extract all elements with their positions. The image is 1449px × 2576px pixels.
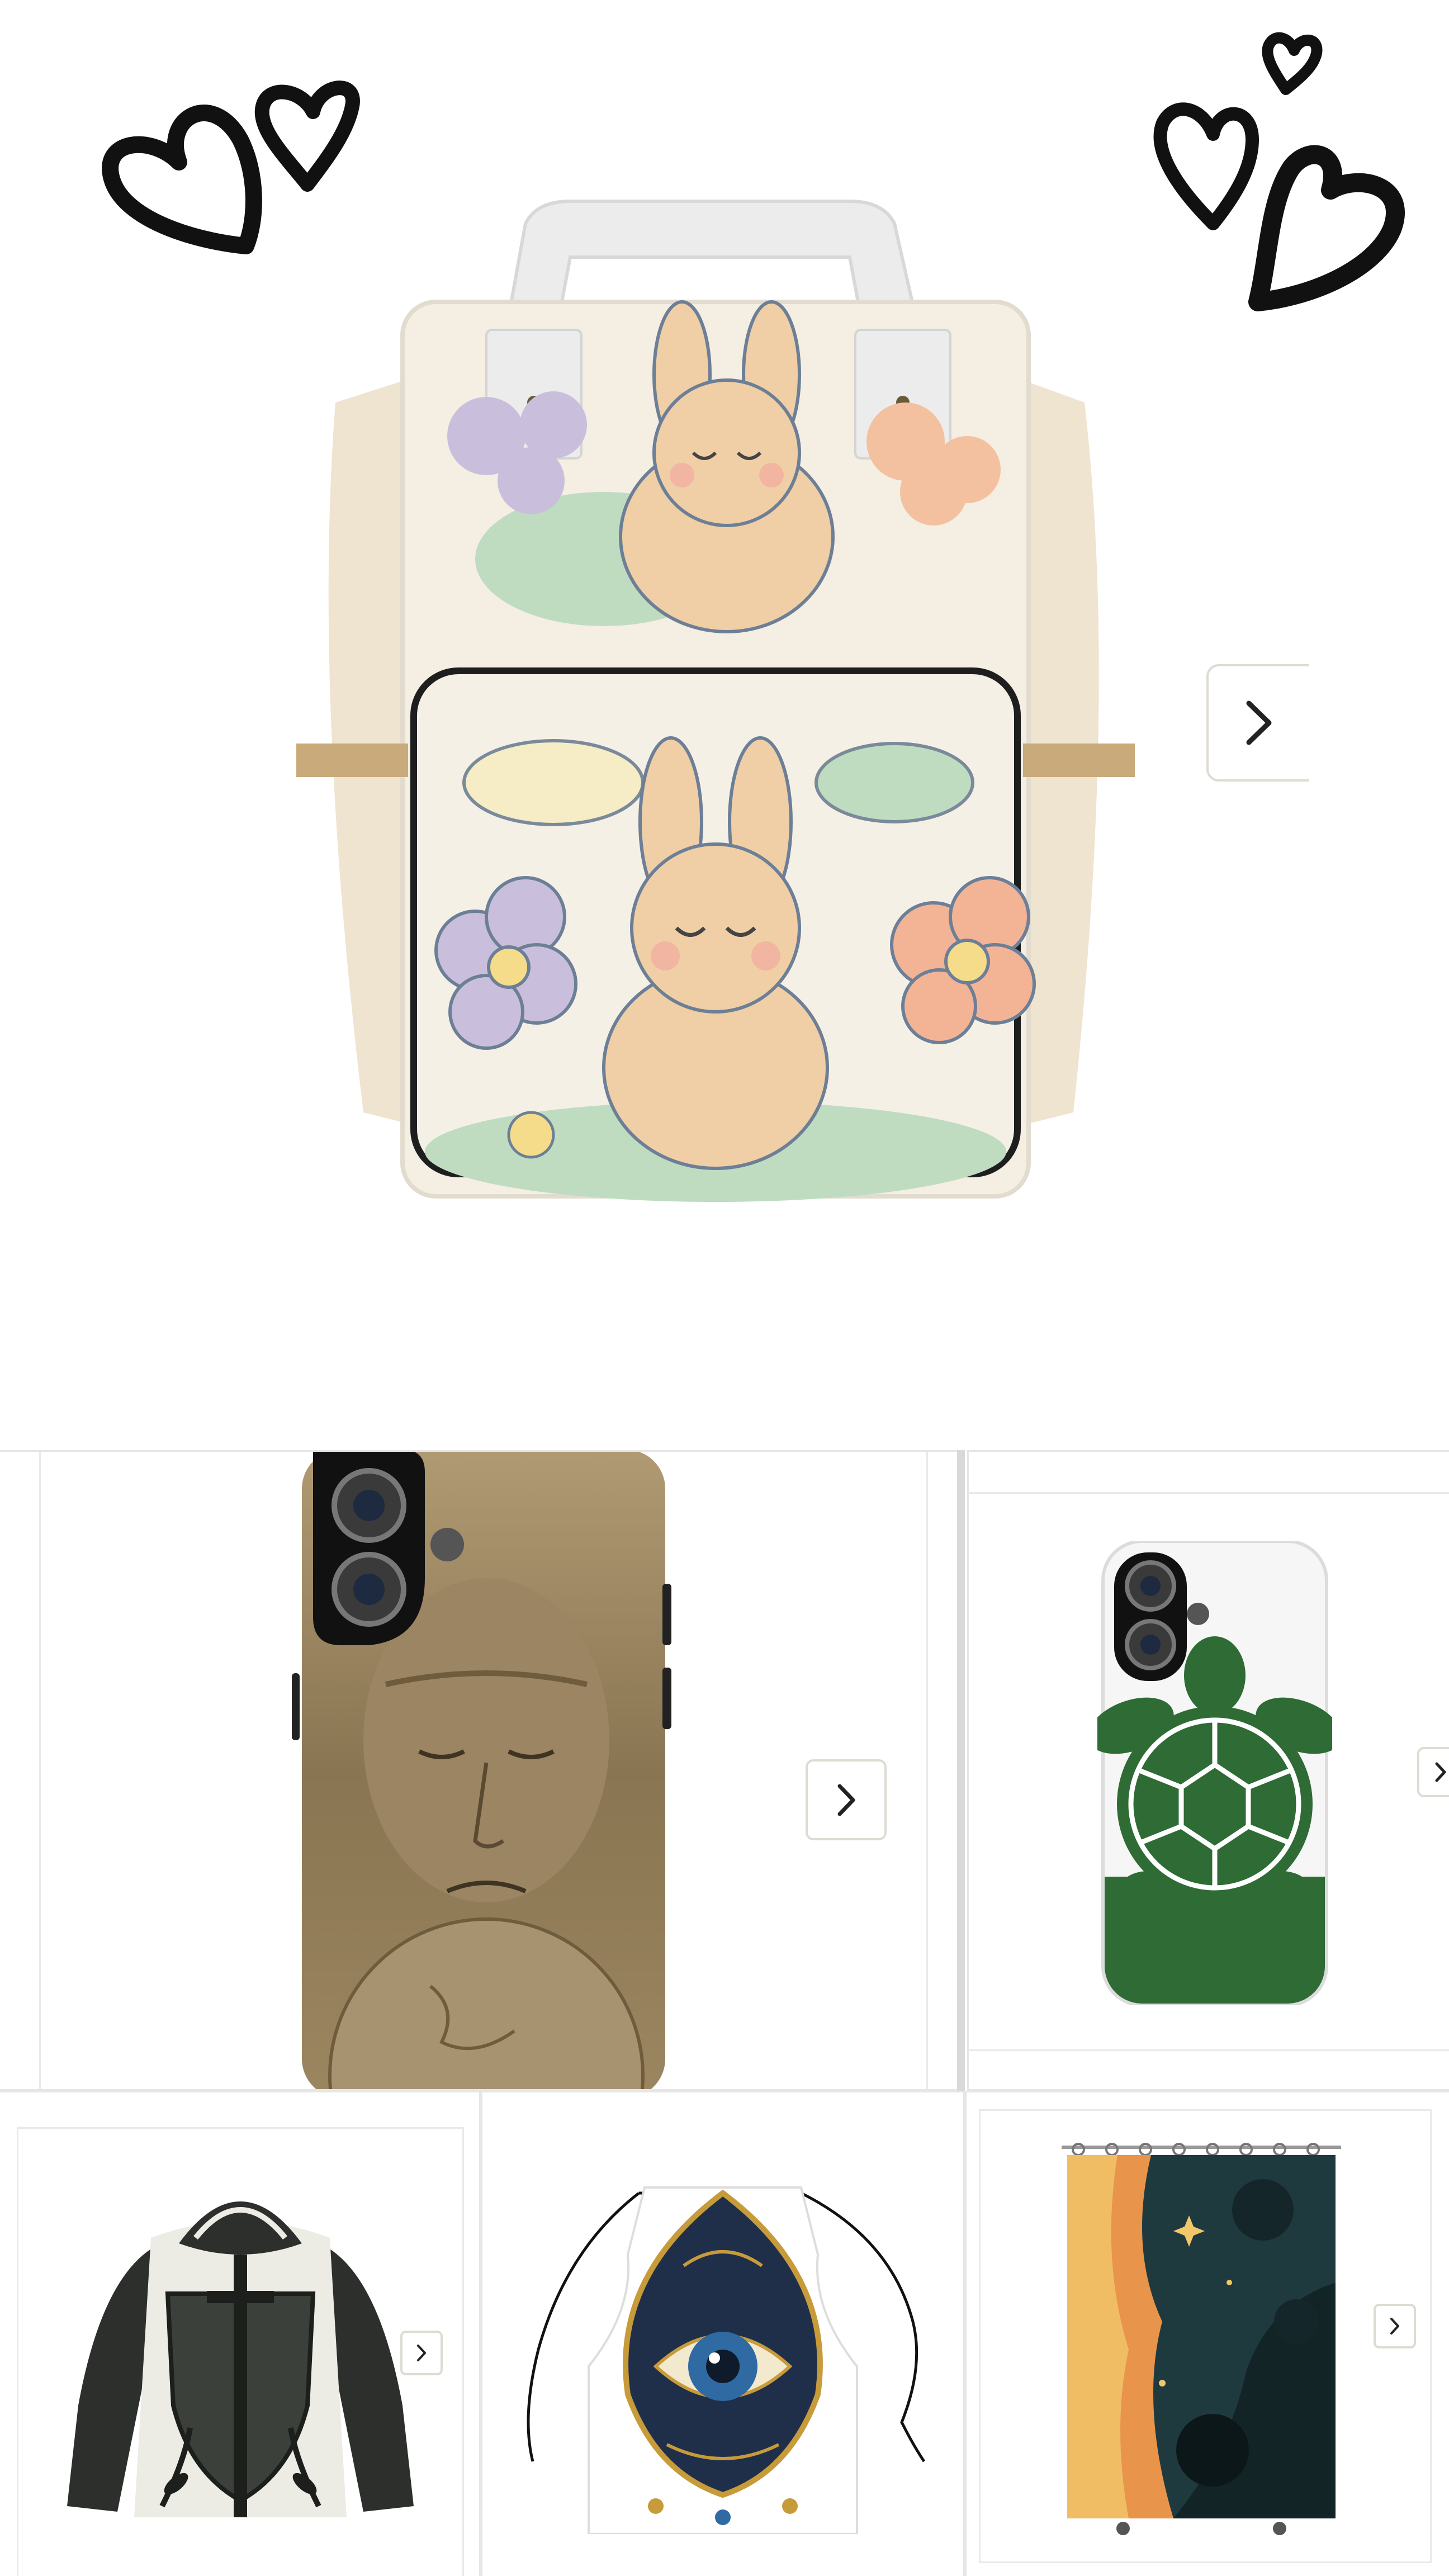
evil-eye-apron-image bbox=[527, 2186, 926, 2534]
tile-divider bbox=[957, 1450, 965, 2091]
chevron-right-icon bbox=[837, 1784, 855, 1816]
tile-next-button[interactable] bbox=[1417, 1747, 1449, 1797]
product-tile[interactable] bbox=[481, 2091, 965, 2576]
hero-listing[interactable] bbox=[0, 0, 1449, 1431]
elder-portrait-phone-case-image bbox=[292, 1452, 671, 2089]
bunny-backpack-image bbox=[296, 200, 1135, 1202]
chevron-right-icon bbox=[417, 2345, 426, 2361]
shield-sword-hoodie-image bbox=[67, 2201, 414, 2517]
chevron-right-icon bbox=[1435, 1762, 1446, 1782]
turtle-phone-case-image bbox=[1097, 1541, 1332, 2005]
product-tile[interactable] bbox=[0, 1450, 960, 2091]
chevron-right-icon bbox=[1390, 2318, 1399, 2334]
product-tile[interactable] bbox=[0, 2091, 481, 2576]
tile-next-button[interactable] bbox=[806, 1759, 887, 1840]
product-tile[interactable] bbox=[965, 2091, 1449, 2576]
heart-doodle-icon bbox=[1153, 32, 1405, 311]
tile-next-button[interactable] bbox=[400, 2331, 443, 2375]
tile-next-button[interactable] bbox=[1374, 2304, 1416, 2348]
hero-next-button[interactable] bbox=[1206, 664, 1309, 782]
cosmic-shower-curtain-image bbox=[1062, 2143, 1341, 2535]
chevron-right-icon bbox=[1246, 700, 1272, 745]
product-tile[interactable] bbox=[967, 1450, 1449, 2091]
